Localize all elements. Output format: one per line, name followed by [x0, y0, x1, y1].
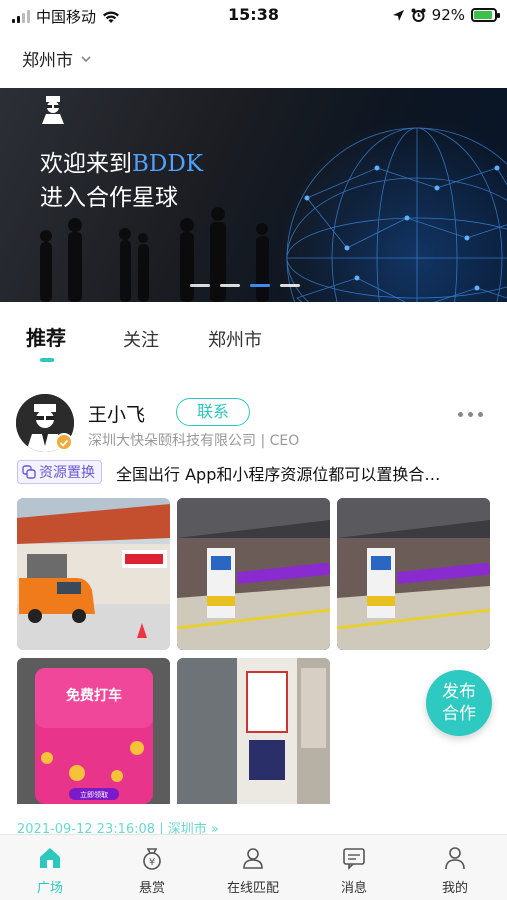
post-image[interactable] [177, 658, 330, 804]
active-tab-indicator [40, 358, 54, 362]
fab-line1: 发布 [442, 682, 476, 702]
banner-headline: 欢迎来到BDDK [40, 144, 203, 178]
alarm-icon [411, 8, 426, 22]
feed-tabs: 推荐 关注 郑州市 [0, 322, 507, 362]
nav-label: 悬赏 [138, 881, 165, 896]
post-image[interactable] [177, 498, 330, 650]
banner-welcome-text: 欢迎来到 [40, 151, 132, 177]
bddk-logo [42, 96, 64, 124]
globe-network-graphic [277, 118, 507, 302]
svg-text:¥: ¥ [149, 857, 155, 868]
nav-item-messages[interactable]: 消息 [309, 845, 399, 896]
banner-page-dot[interactable] [280, 284, 300, 287]
poster-button-label: 立即领取 [80, 790, 108, 799]
tab-follow[interactable]: 关注 [123, 326, 159, 352]
contact-button[interactable]: 联系 [176, 398, 250, 426]
nav-label: 在线匹配 [226, 881, 279, 896]
post-text[interactable]: 全国出行 App和小程序资源位都可以置换合… [116, 461, 486, 485]
city-selector[interactable]: 郑州市 [22, 46, 91, 71]
city-label: 郑州市 [22, 51, 73, 71]
tab-city[interactable]: 郑州市 [208, 326, 262, 352]
banner-brand-text: BDDK [132, 151, 203, 177]
nav-item-square[interactable]: 广场 [5, 845, 95, 896]
profile-icon [445, 847, 465, 870]
nav-item-reward[interactable]: ¥ 悬赏 [107, 845, 197, 896]
status-bar: 中国移动 15:38 92% [0, 0, 507, 32]
nav-item-profile[interactable]: 我的 [410, 845, 500, 896]
banner-page-dot[interactable] [190, 284, 210, 287]
promo-banner[interactable]: 欢迎来到BDDK 进入合作星球 [0, 88, 507, 302]
banner-page-dot[interactable] [250, 284, 270, 287]
location-arrow-icon [392, 9, 404, 21]
post-category-tag[interactable]: 资源置换 [17, 460, 102, 484]
banner-pagination[interactable] [190, 284, 300, 287]
nav-item-match[interactable]: 在线匹配 [208, 845, 298, 896]
fab-line2: 合作 [442, 704, 476, 724]
post-image[interactable] [337, 498, 490, 650]
bottom-nav: 广场 ¥ 悬赏 在线匹配 消息 我的 [0, 834, 507, 900]
match-icon [243, 848, 263, 869]
post-image[interactable]: 免费打车 立即领取 [17, 658, 170, 804]
publish-cooperation-button[interactable]: 发布 合作 [426, 670, 492, 736]
banner-page-dot[interactable] [220, 284, 240, 287]
battery-icon [471, 8, 500, 22]
tag-label: 资源置换 [39, 465, 95, 481]
home-icon [40, 848, 60, 868]
banner-subheadline: 进入合作星球 [40, 185, 178, 211]
user-company: 深圳大快朵颐科技有限公司 | CEO [88, 433, 300, 449]
nav-label: 我的 [441, 881, 468, 896]
verified-badge-icon [55, 433, 73, 451]
exchange-icon [22, 465, 36, 479]
tab-recommend[interactable]: 推荐 [26, 322, 66, 351]
post-image[interactable] [17, 498, 170, 650]
user-name[interactable]: 王小飞 [88, 400, 145, 427]
chevron-down-icon [81, 55, 91, 62]
money-bag-icon: ¥ [143, 848, 161, 870]
nav-label: 广场 [36, 881, 63, 896]
more-options-icon[interactable] [458, 412, 483, 417]
nav-label: 消息 [340, 881, 367, 896]
battery-percent: 92% [431, 6, 465, 24]
poster-title: 免费打车 [66, 687, 122, 704]
message-icon [343, 848, 365, 870]
